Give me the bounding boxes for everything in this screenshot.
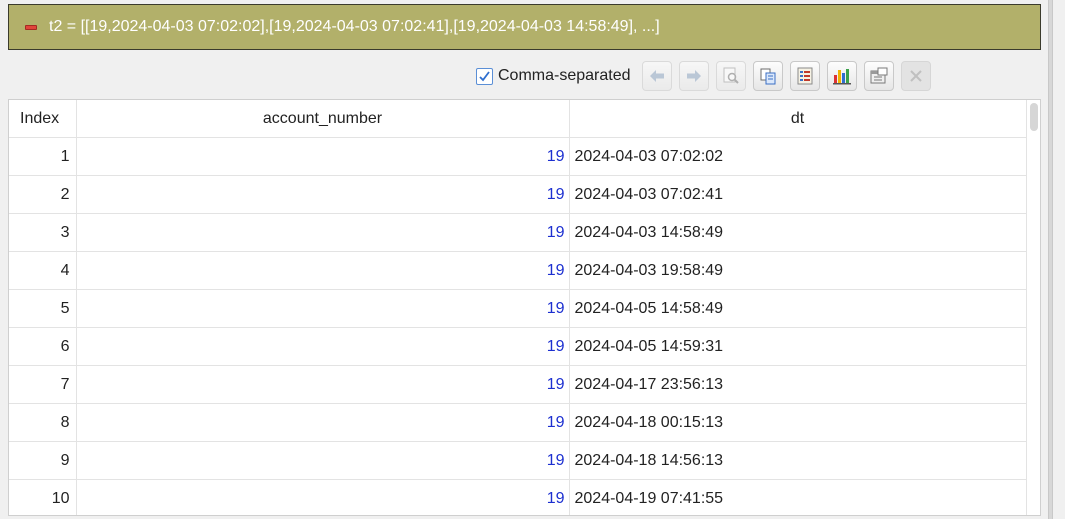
account-number-cell[interactable]: 19	[76, 213, 570, 252]
data-table: Index account_number dt 1 19 2024-04-03 07…	[9, 100, 1027, 515]
checkbox-checked-icon[interactable]	[476, 67, 493, 85]
dt-cell[interactable]: 2024-04-18 14:56:13	[569, 441, 1027, 480]
list-view-button[interactable]	[789, 61, 820, 91]
account-number-cell[interactable]: 19	[76, 441, 570, 480]
copy-button[interactable]	[752, 61, 783, 91]
arrow-left-icon	[649, 70, 664, 82]
minus-icon[interactable]	[25, 24, 37, 30]
comma-separated-label: Comma-separated	[498, 67, 631, 84]
row-index-cell[interactable]: 2	[9, 175, 77, 214]
vertical-scrollbar[interactable]	[1030, 103, 1038, 131]
dt-cell[interactable]: 2024-04-03 14:58:49	[569, 213, 1027, 252]
row-index-cell[interactable]: 5	[9, 289, 77, 328]
table-row[interactable]: 1 19 2024-04-03 07:02:02	[9, 137, 1027, 176]
properties-button[interactable]	[863, 61, 894, 91]
account-number-cell[interactable]: 19	[76, 251, 570, 290]
table-row[interactable]: 5 19 2024-04-05 14:58:49	[9, 289, 1027, 328]
row-index-cell[interactable]: 3	[9, 213, 77, 252]
row-index-cell[interactable]: 8	[9, 403, 77, 442]
dt-cell[interactable]: 2024-04-03 07:02:02	[569, 137, 1027, 176]
magnifier-document-icon	[723, 67, 739, 84]
table-row[interactable]: 4 19 2024-04-03 19:58:49	[9, 251, 1027, 290]
properties-icon	[870, 67, 887, 84]
account-number-cell[interactable]: 19	[76, 137, 570, 176]
table-row[interactable]: 9 19 2024-04-18 14:56:13	[9, 441, 1027, 480]
table-row[interactable]: 10 19 2024-04-19 07:41:55	[9, 479, 1027, 515]
column-header-dt[interactable]: dt	[569, 100, 1027, 138]
column-header-account-number[interactable]: account_number	[76, 100, 570, 138]
account-number-cell[interactable]: 19	[76, 289, 570, 328]
preview-button[interactable]	[715, 61, 746, 91]
close-icon	[909, 70, 922, 82]
table-row[interactable]: 7 19 2024-04-17 23:56:13	[9, 365, 1027, 404]
table-row[interactable]: 8 19 2024-04-18 00:15:13	[9, 403, 1027, 442]
account-number-cell[interactable]: 19	[76, 175, 570, 214]
arrow-right-icon	[686, 70, 701, 82]
row-index-cell[interactable]: 9	[9, 441, 77, 480]
dt-cell[interactable]: 2024-04-05 14:58:49	[569, 289, 1027, 328]
comma-separated-checkbox[interactable]: Comma-separated	[470, 67, 631, 85]
row-index-cell[interactable]: 10	[9, 479, 77, 515]
row-index-cell[interactable]: 4	[9, 251, 77, 290]
dt-cell[interactable]: 2024-04-03 07:02:41	[569, 175, 1027, 214]
window-divider[interactable]	[1048, 0, 1053, 519]
variable-title: t2 = [[19,2024-04-03 07:02:02],[19,2024-…	[49, 18, 660, 35]
column-header-index[interactable]: Index	[9, 100, 77, 138]
list-icon	[797, 67, 812, 85]
account-number-cell[interactable]: 19	[76, 327, 570, 366]
close-button[interactable]	[900, 61, 931, 91]
row-index-cell[interactable]: 7	[9, 365, 77, 404]
copy-icon	[760, 68, 775, 85]
toolbar: Comma-separated	[470, 58, 931, 94]
row-index-cell[interactable]: 6	[9, 327, 77, 366]
account-number-cell[interactable]: 19	[76, 479, 570, 515]
data-grid[interactable]: Index account_number dt 1 19 2024-04-03 07…	[8, 99, 1041, 516]
table-row[interactable]: 3 19 2024-04-03 14:58:49	[9, 213, 1027, 252]
chart-button[interactable]	[826, 61, 857, 91]
dt-cell[interactable]: 2024-04-19 07:41:55	[569, 479, 1027, 515]
table-row[interactable]: 6 19 2024-04-05 14:59:31	[9, 327, 1027, 366]
row-index-cell[interactable]: 1	[9, 137, 77, 176]
account-number-cell[interactable]: 19	[76, 403, 570, 442]
variable-header-bar: t2 = [[19,2024-04-03 07:02:02],[19,2024-…	[8, 4, 1041, 50]
back-button[interactable]	[641, 61, 672, 91]
dt-cell[interactable]: 2024-04-03 19:58:49	[569, 251, 1027, 290]
table-row[interactable]: 2 19 2024-04-03 07:02:41	[9, 175, 1027, 214]
dt-cell[interactable]: 2024-04-17 23:56:13	[569, 365, 1027, 404]
dt-cell[interactable]: 2024-04-05 14:59:31	[569, 327, 1027, 366]
dt-cell[interactable]: 2024-04-18 00:15:13	[569, 403, 1027, 442]
forward-button[interactable]	[678, 61, 709, 91]
bar-chart-icon	[832, 69, 851, 85]
table-header-row: Index account_number dt	[9, 100, 1027, 138]
account-number-cell[interactable]: 19	[76, 365, 570, 404]
